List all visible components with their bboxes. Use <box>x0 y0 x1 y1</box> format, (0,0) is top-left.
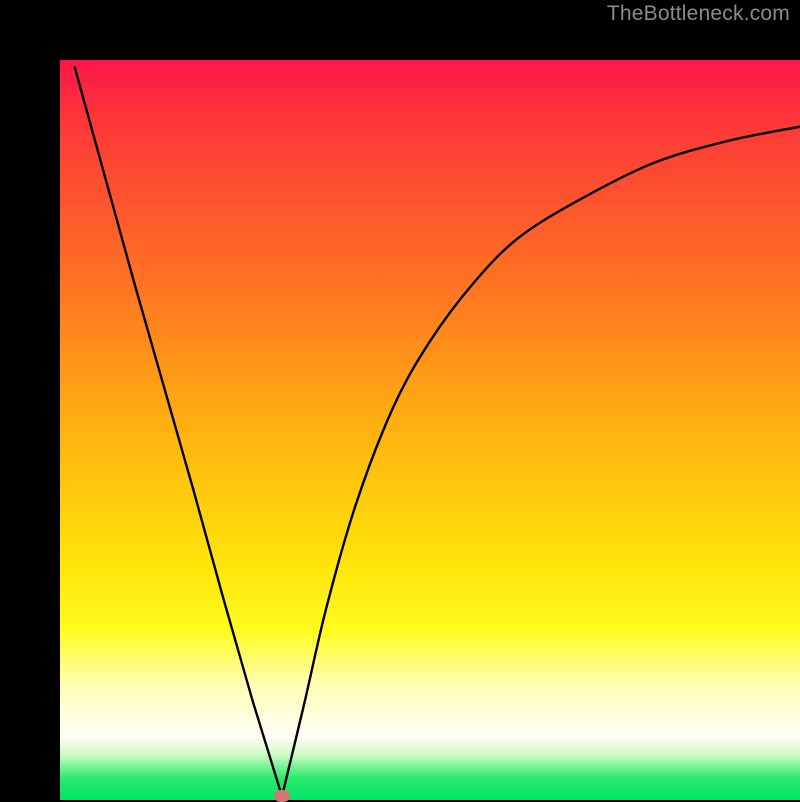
watermark-text: TheBottleneck.com <box>607 2 790 26</box>
chart-frame <box>0 0 800 800</box>
curve-right-branch <box>282 127 800 797</box>
minimum-marker <box>274 790 290 802</box>
curve-left-branch <box>75 67 282 796</box>
chart-plot-area <box>60 60 800 800</box>
chart-curve <box>60 60 800 800</box>
